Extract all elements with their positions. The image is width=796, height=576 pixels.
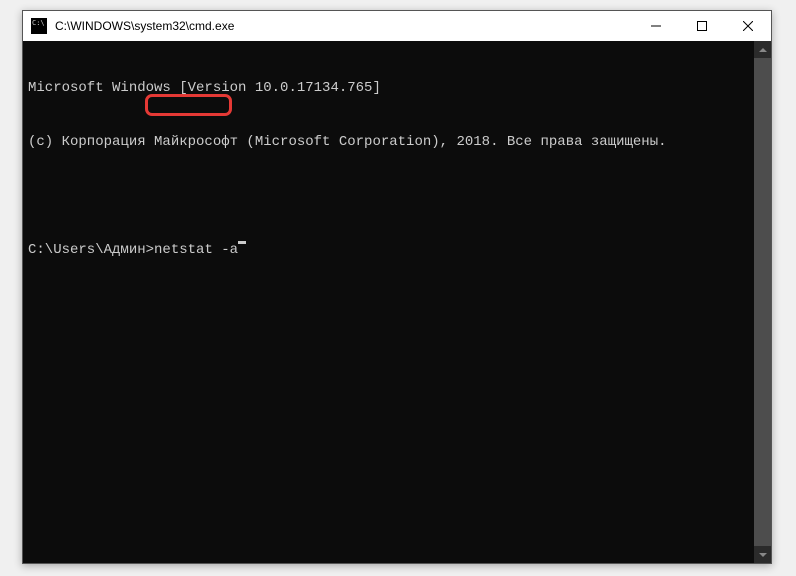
prompt-text: C:\Users\Админ>: [28, 241, 154, 259]
scroll-down-button[interactable]: [754, 546, 771, 563]
scrollbar-thumb[interactable]: [754, 58, 771, 548]
blank-line: [28, 187, 754, 205]
titlebar[interactable]: C:\WINDOWS\system32\cmd.exe: [23, 11, 771, 41]
command-text: netstat -a: [154, 241, 238, 259]
maximize-button[interactable]: [679, 11, 725, 41]
minimize-button[interactable]: [633, 11, 679, 41]
close-button[interactable]: [725, 11, 771, 41]
window-controls: [633, 11, 771, 41]
version-line: Microsoft Windows [Version 10.0.17134.76…: [28, 79, 754, 97]
cursor: [238, 241, 246, 244]
cmd-window: C:\WINDOWS\system32\cmd.exe Microsoft Wi…: [22, 10, 772, 564]
vertical-scrollbar[interactable]: [754, 41, 771, 563]
scroll-up-button[interactable]: [754, 41, 771, 58]
copyright-line: (c) Корпорация Майкрософт (Microsoft Cor…: [28, 133, 754, 151]
prompt-line: C:\Users\Админ>netstat -a: [28, 241, 754, 259]
window-title: C:\WINDOWS\system32\cmd.exe: [55, 19, 633, 33]
terminal-area[interactable]: Microsoft Windows [Version 10.0.17134.76…: [23, 41, 754, 563]
cmd-icon: [31, 18, 47, 34]
